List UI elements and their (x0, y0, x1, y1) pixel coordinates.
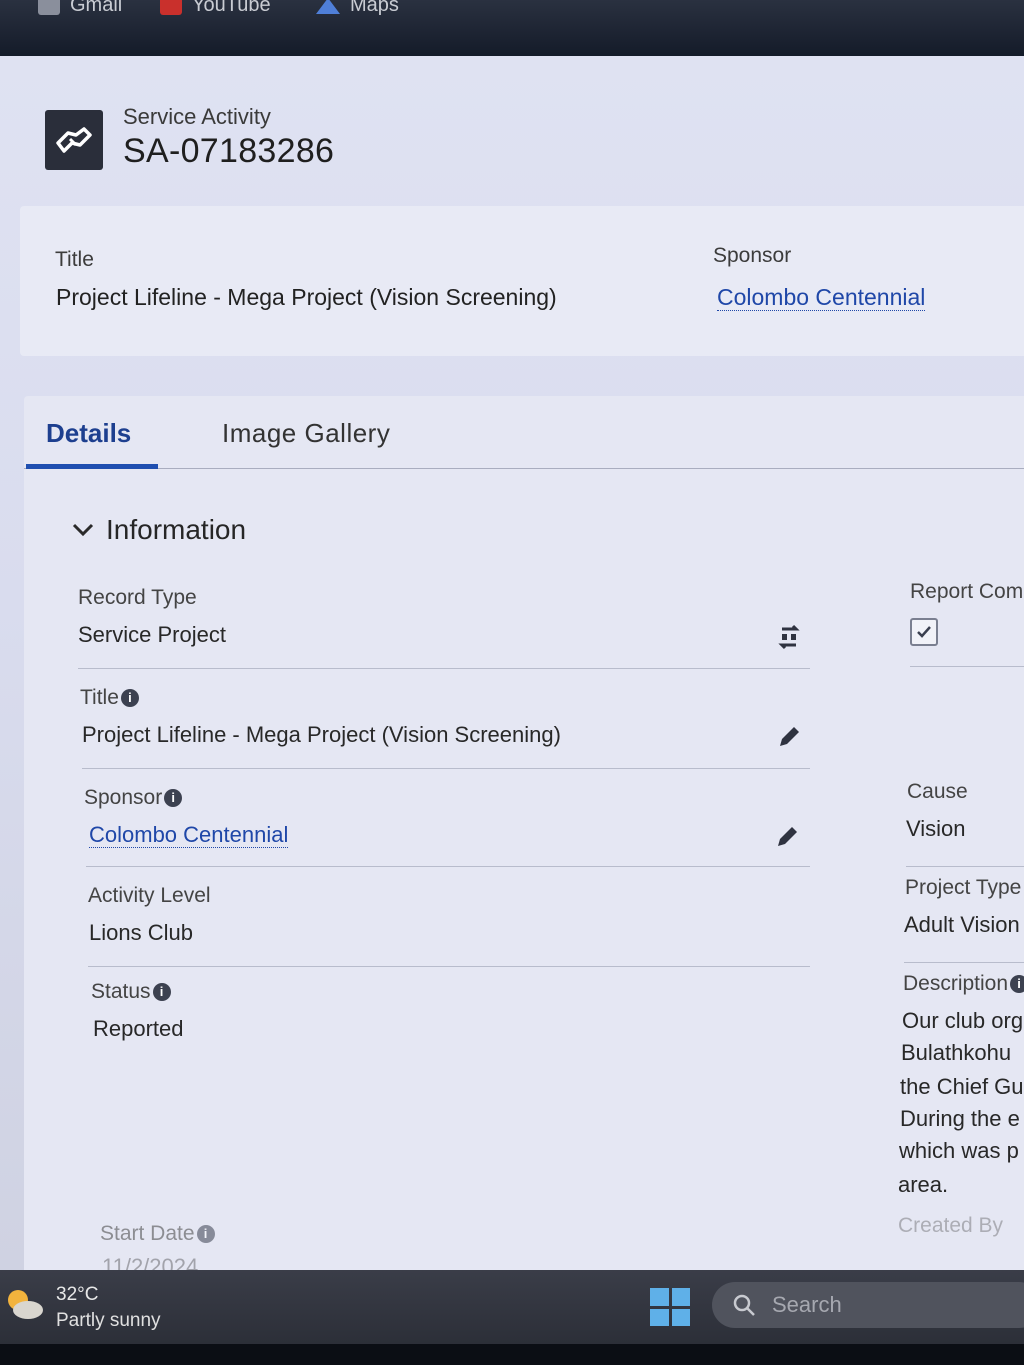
bookmark-gmail[interactable]: Gmail (38, 0, 122, 17)
field-divider (910, 666, 1024, 667)
edit-sponsor-pencil-icon[interactable] (774, 824, 800, 850)
bookmark-youtube[interactable]: YouTube (160, 0, 271, 17)
screen-bezel (0, 1344, 1024, 1365)
field-label-activity-level: Activity Level (88, 884, 211, 907)
chevron-down-icon (72, 523, 94, 537)
tab-details[interactable]: Details (46, 418, 131, 449)
field-divider (904, 962, 1024, 963)
record-page: Service Activity SA-07183286 Title Proje… (0, 56, 1024, 1270)
info-icon[interactable]: i (196, 1225, 215, 1244)
highlight-sponsor-link[interactable]: Colombo Centennial (717, 284, 926, 311)
field-divider (86, 866, 810, 867)
taskbar-search[interactable]: Search (712, 1282, 1024, 1328)
field-divider (82, 768, 810, 769)
bookmark-maps-label: Maps (350, 0, 399, 16)
highlights-panel: Title Project Lifeline - Mega Project (V… (20, 206, 1024, 356)
report-completed-checkbox[interactable] (910, 618, 938, 646)
weather-temperature[interactable]: 32°C (56, 1284, 98, 1306)
highlight-title-value: Project Lifeline - Mega Project (Vision … (56, 284, 557, 310)
search-icon (733, 1294, 755, 1316)
start-button[interactable] (650, 1288, 690, 1326)
weather-condition[interactable]: Partly sunny (56, 1310, 161, 1332)
youtube-icon (160, 0, 182, 15)
info-icon[interactable]: i (120, 689, 139, 708)
info-icon[interactable]: i (152, 983, 171, 1002)
search-placeholder: Search (772, 1292, 842, 1317)
field-divider (78, 668, 810, 669)
partly-sunny-icon[interactable] (4, 1286, 44, 1320)
bookmark-maps[interactable]: Maps (316, 0, 399, 17)
field-divider (906, 866, 1024, 867)
field-divider (88, 966, 810, 967)
field-value-start-date: 11/2/2024 (102, 1254, 199, 1270)
highlight-sponsor-label: Sponsor (713, 244, 792, 267)
field-value-title: Project Lifeline - Mega Project (Vision … (82, 722, 561, 747)
change-record-type-icon[interactable] (776, 624, 802, 650)
bookmark-youtube-label: YouTube (192, 0, 271, 16)
info-icon[interactable]: i (1010, 975, 1024, 994)
record-name: SA-07183286 (123, 132, 335, 170)
gmail-icon (38, 0, 60, 15)
field-value-sponsor-link[interactable]: Colombo Centennial (89, 822, 289, 848)
taskbar: 32°C Partly sunny Search (0, 1270, 1024, 1344)
field-label-project-type: Project Type (905, 876, 1022, 899)
tab-image-gallery[interactable]: Image Gallery (222, 418, 390, 449)
field-label-record-type: Record Type (78, 586, 197, 609)
field-label-description: Description i (903, 972, 1024, 996)
bookmark-gmail-label: Gmail (70, 0, 123, 16)
field-value-cause: Vision (906, 816, 966, 841)
field-label-status: Status i (91, 980, 171, 1004)
field-label-start-date: Start Date i (100, 1222, 215, 1246)
field-label-sponsor: Sponsor i (84, 786, 183, 810)
field-value-activity-level: Lions Club (89, 920, 193, 945)
field-label-title: Title i (80, 686, 139, 710)
section-title: Information (106, 514, 247, 545)
tab-divider (24, 468, 1024, 469)
info-icon[interactable]: i (164, 789, 183, 808)
maps-icon (316, 0, 340, 14)
section-information-toggle[interactable]: Information (72, 514, 246, 546)
field-label-cause: Cause (907, 780, 968, 803)
service-activity-icon (45, 110, 103, 170)
field-label-report-completed: Report Com (910, 580, 1024, 603)
object-type-label: Service Activity (123, 104, 271, 129)
details-card: Details Image Gallery Information Record… (24, 396, 1024, 1270)
checkmark-icon (917, 626, 931, 638)
field-value-status: Reported (93, 1016, 184, 1041)
active-tab-indicator (26, 464, 158, 469)
field-label-created-by: Created By (898, 1214, 1004, 1237)
highlight-title-label: Title (55, 248, 94, 271)
bookmarks-bar: Gmail YouTube Maps (0, 0, 1024, 56)
field-value-record-type: Service Project (78, 622, 226, 647)
edit-title-pencil-icon[interactable] (776, 724, 802, 750)
field-value-project-type: Adult Vision (904, 912, 1020, 937)
